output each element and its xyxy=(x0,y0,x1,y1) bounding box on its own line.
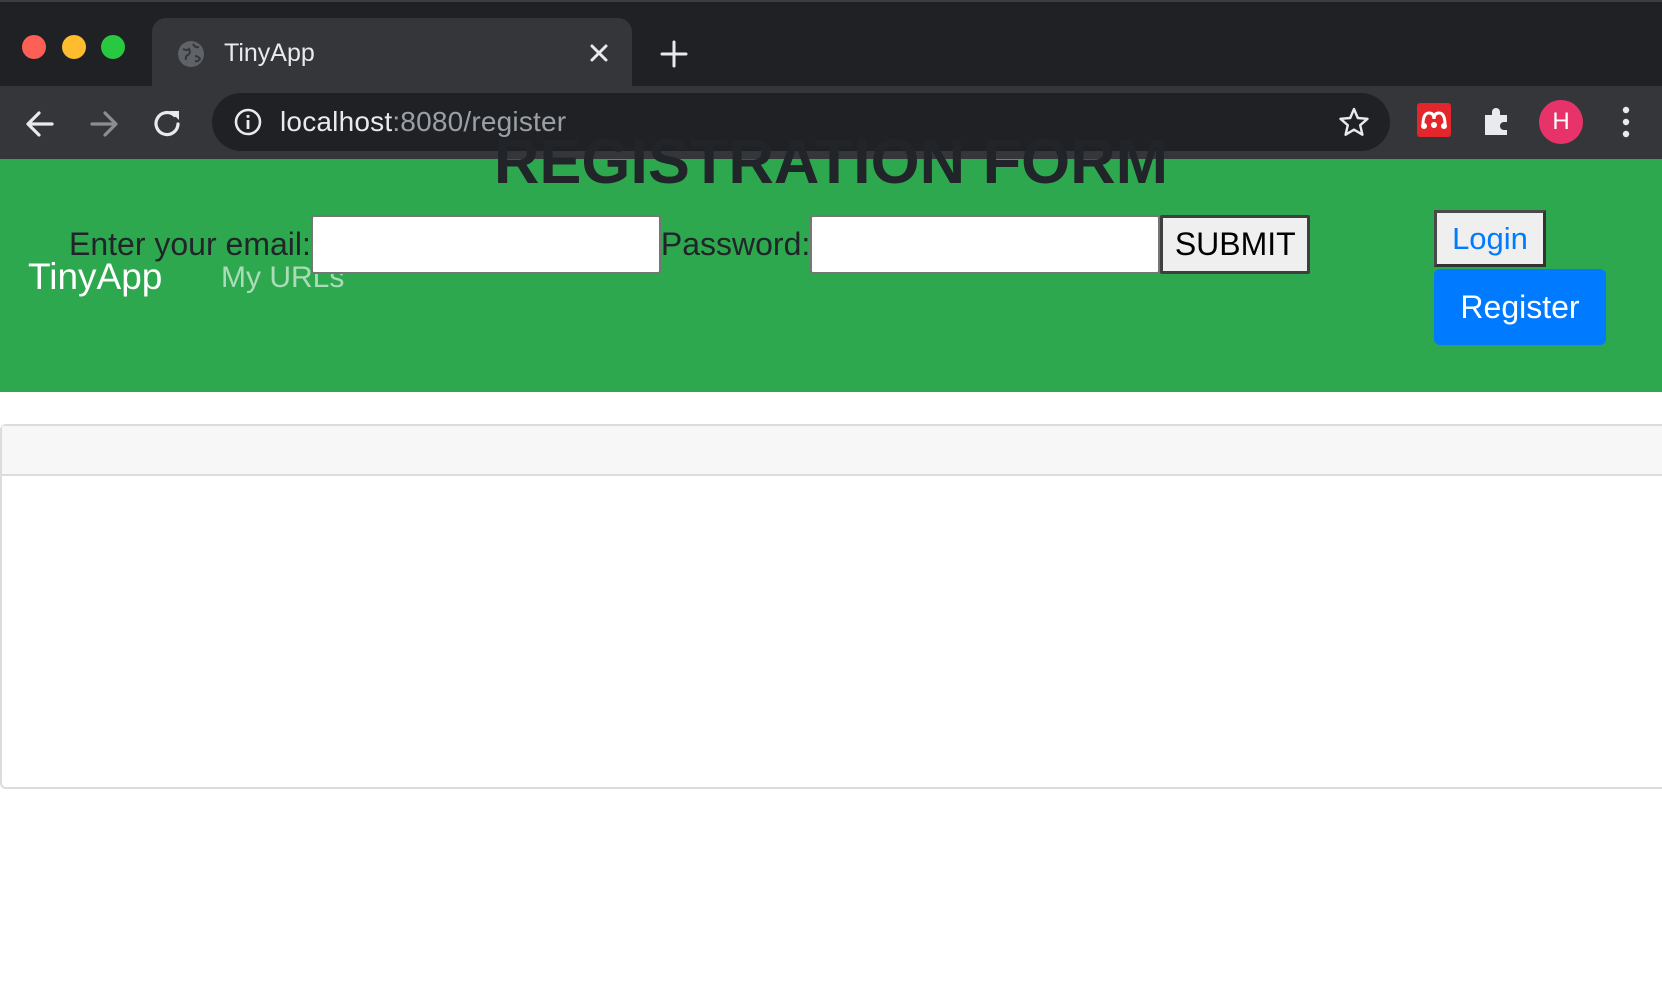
submit-button[interactable]: SUBMIT xyxy=(1160,214,1311,274)
close-window-button[interactable] xyxy=(22,35,46,59)
minimize-window-button[interactable] xyxy=(62,35,86,59)
globe-icon xyxy=(178,41,204,67)
registration-card xyxy=(0,424,1662,789)
page-title: REGISTRATION FORM xyxy=(0,126,1662,198)
register-button[interactable]: Register xyxy=(1434,269,1606,345)
login-button[interactable]: Login xyxy=(1434,210,1546,267)
card-header xyxy=(2,426,1662,476)
password-field[interactable] xyxy=(810,214,1161,274)
email-field[interactable] xyxy=(310,214,661,274)
tab-strip: TinyApp xyxy=(0,0,1662,88)
registration-form: Enter your email: Password: SUBMIT xyxy=(69,214,1311,274)
close-icon[interactable] xyxy=(584,38,614,68)
browser-tab[interactable]: TinyApp xyxy=(152,18,632,88)
page-title-text: REGISTRATION FORM xyxy=(493,127,1169,197)
email-label: Enter your email: xyxy=(69,226,311,262)
plus-icon[interactable] xyxy=(656,36,692,72)
maximize-window-button[interactable] xyxy=(101,35,125,59)
tab-title: TinyApp xyxy=(224,39,315,67)
password-label: Password: xyxy=(660,226,811,262)
